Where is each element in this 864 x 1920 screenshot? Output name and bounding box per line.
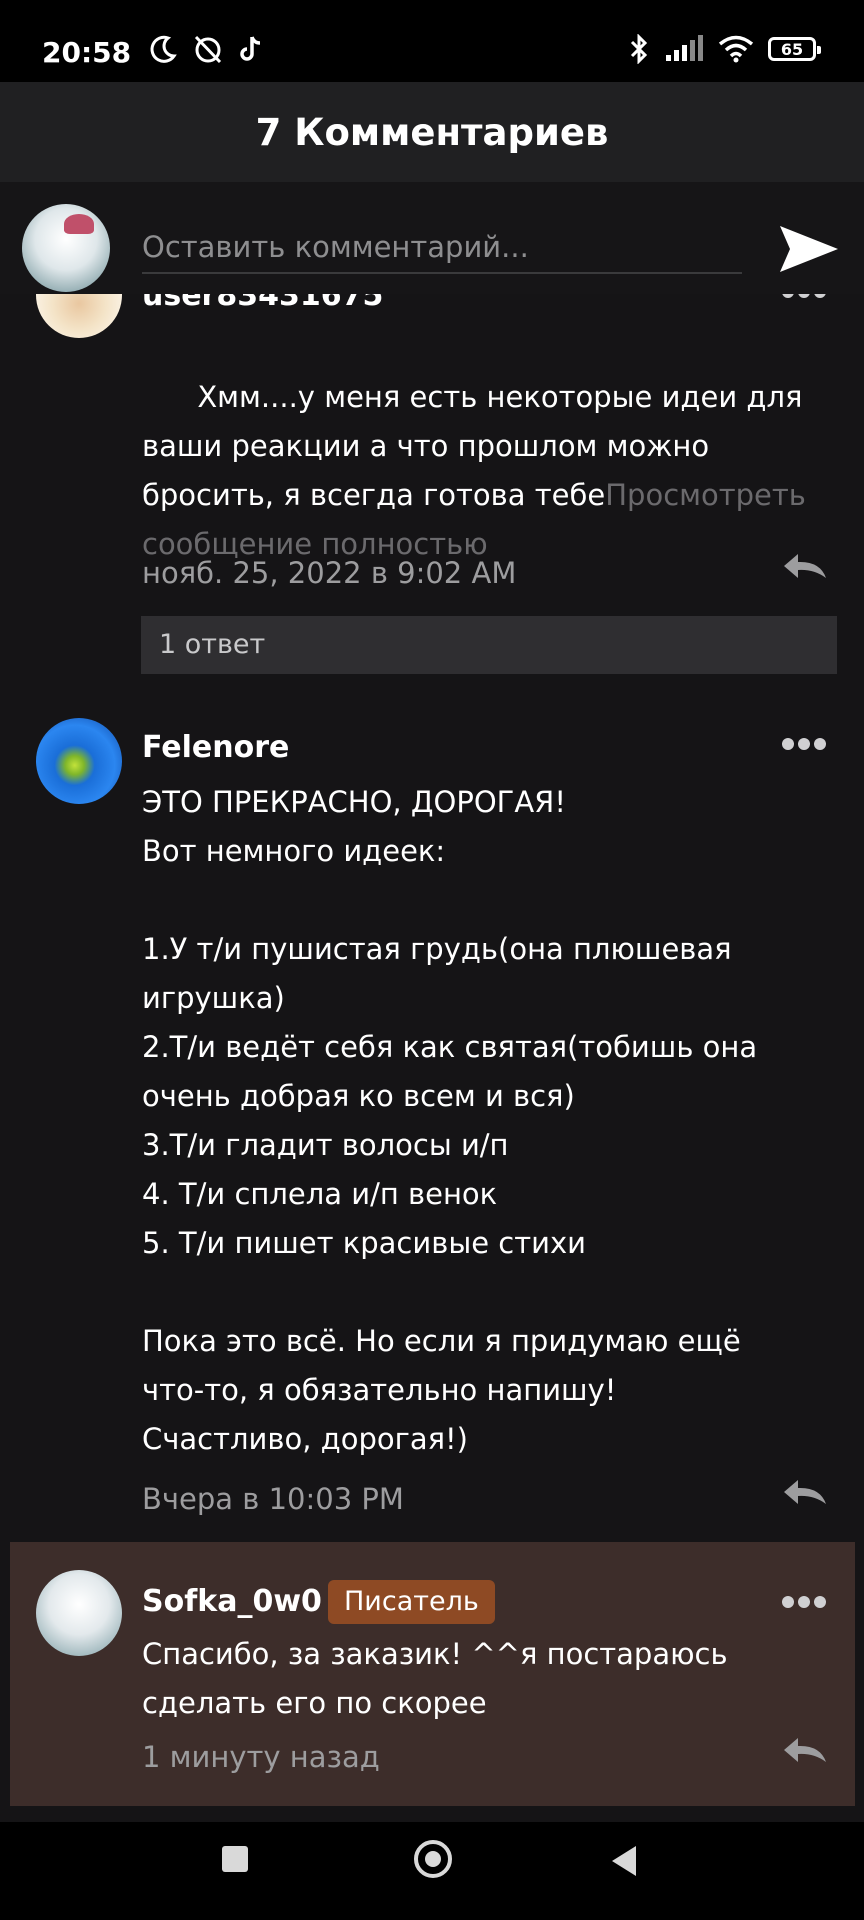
avatar[interactable]	[36, 1570, 122, 1656]
page-title: 7 Комментариев	[255, 110, 609, 154]
avatar[interactable]	[22, 204, 110, 292]
comment-username[interactable]: Sofka_0w0	[142, 1584, 322, 1619]
status-bar: 20:58 65	[0, 0, 864, 82]
signal-icon	[666, 35, 703, 61]
bluetooth-icon	[630, 34, 648, 64]
comment-composer	[0, 182, 864, 294]
comment-input[interactable]	[142, 222, 742, 274]
tiktok-icon	[240, 36, 261, 61]
replies-button[interactable]: 1 ответ	[141, 616, 837, 674]
more-options-icon[interactable]	[780, 734, 828, 754]
home-button[interactable]	[414, 1840, 452, 1878]
back-button[interactable]	[612, 1846, 636, 1876]
comment-text: ЭТО ПРЕКРАСНО, ДОРОГАЯ! Вот немного идее…	[142, 785, 758, 1456]
comments-list[interactable]: user83431675 Хмм....у меня есть некоторы…	[0, 294, 864, 1822]
comment-text: Спасибо, за заказик! ^^я постараюсь сдел…	[142, 1637, 737, 1720]
system-navigation-bar	[0, 1822, 864, 1920]
avatar-art	[64, 214, 94, 234]
moon-icon	[150, 35, 177, 63]
alarm-off-icon	[194, 35, 222, 64]
comment-timestamp: 1 минуту назад	[142, 1740, 380, 1774]
status-time: 20:58	[42, 36, 132, 69]
comment-timestamp: Вчера в 10:03 PM	[142, 1482, 404, 1516]
comment-username[interactable]: Felenore	[142, 730, 289, 765]
reply-icon[interactable]	[780, 550, 828, 582]
battery-icon: 65	[768, 37, 821, 61]
recents-button[interactable]	[222, 1846, 248, 1872]
comment-timestamp: нояб. 25, 2022 в 9:02 AM	[142, 556, 517, 590]
send-icon[interactable]	[776, 216, 842, 282]
wifi-icon	[718, 35, 754, 63]
avatar[interactable]	[36, 718, 122, 804]
more-options-icon[interactable]	[780, 1592, 828, 1612]
more-options-icon[interactable]	[780, 294, 828, 302]
reply-icon[interactable]	[780, 1476, 828, 1508]
avatar[interactable]	[36, 294, 122, 338]
comment-username[interactable]: user83431675	[142, 294, 383, 313]
comments-header: 7 Комментариев	[0, 82, 864, 182]
status-icons-left	[148, 34, 264, 64]
writer-badge: Писатель	[328, 1580, 495, 1624]
status-icons-right: 65	[628, 34, 821, 64]
reply-icon[interactable]	[780, 1734, 828, 1766]
battery-level: 65	[780, 39, 804, 59]
